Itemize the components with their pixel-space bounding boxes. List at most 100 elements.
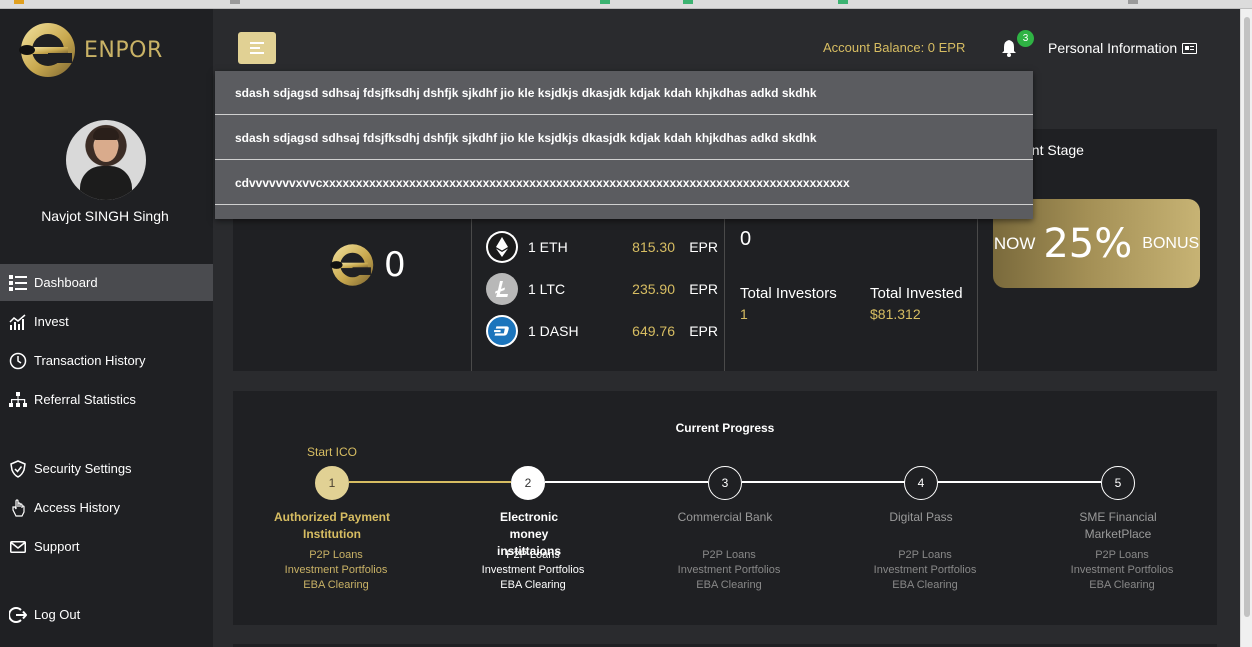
- enpor-logo-icon: [19, 23, 75, 77]
- brand[interactable]: ENPOR: [14, 19, 163, 81]
- bonus-percent: 25%: [1043, 220, 1133, 267]
- user-name: Navjot SINGH Singh: [41, 208, 169, 224]
- wallet-amount: 0: [384, 245, 406, 285]
- progress-line-complete: [349, 481, 511, 483]
- personal-information-label: Personal Information: [1048, 40, 1178, 56]
- step-sub-item: P2P Loans: [898, 549, 952, 561]
- step-name-1: Authorized Payment Institution: [273, 510, 390, 541]
- sidebar-item-label: Security Settings: [34, 461, 132, 476]
- stat-top-value: 0: [740, 228, 752, 250]
- step-sub-item: EBA Clearing: [303, 579, 369, 591]
- browser-toolbar-strip: [0, 0, 1252, 9]
- clock-icon: [8, 351, 28, 371]
- start-ico-label: Start ICO: [306, 445, 357, 459]
- step-sub-item: EBA Clearing: [892, 579, 958, 591]
- step-circle-1: 1: [315, 466, 349, 500]
- sidebar-item-label: Access History: [34, 500, 120, 515]
- sidebar-item-label: Log Out: [34, 607, 81, 622]
- scrollbar-thumb[interactable]: [1244, 17, 1250, 617]
- sidebar-item-security-settings[interactable]: Security Settings: [0, 450, 213, 487]
- step-sub-item: P2P Loans: [309, 549, 363, 561]
- list-icon: [8, 273, 28, 293]
- browser-tab-icon: [1128, 0, 1138, 4]
- sitemap-icon: [8, 390, 28, 410]
- sidebar-item-referral-statistics[interactable]: Referral Statistics: [0, 381, 213, 418]
- avatar-hair: [93, 128, 119, 140]
- step-circle-5: 5: [1101, 466, 1135, 500]
- sidebar-item-label: Referral Statistics: [34, 392, 136, 407]
- total-invested-label: Total Invested: [870, 285, 963, 302]
- step-name-5: SME Financial MarketPlace: [1079, 510, 1157, 541]
- browser-tab-icon: [600, 0, 610, 4]
- browser-tab-icon: [838, 0, 848, 4]
- step-sub-item: Investment Portfolios: [873, 564, 977, 576]
- rate-value: 815.30: [632, 239, 675, 255]
- sidebar-item-access-history[interactable]: Access History: [0, 489, 213, 526]
- envelope-icon: [8, 537, 28, 557]
- step-name-4: Digital Pass: [889, 510, 953, 524]
- step-sub-item: P2P Loans: [1095, 549, 1149, 561]
- ltc-icon: [486, 273, 518, 305]
- step-circle-3: 3: [708, 466, 742, 500]
- account-balance: Account Balance: 0 EPR: [823, 40, 966, 55]
- notification-item[interactable]: cdvvvvvvvxvvcxxxxxxxxxxxxxxxxxxxxxxxxxxx…: [215, 161, 1033, 205]
- bell-icon[interactable]: [1001, 39, 1017, 57]
- step-sub-item: Investment Portfolios: [1070, 564, 1174, 576]
- bonus-now: NOW: [993, 233, 1036, 253]
- rate-unit: EPR: [689, 323, 718, 339]
- step-name-3: Commercial Bank: [677, 510, 773, 524]
- step-sub-item: EBA Clearing: [500, 579, 566, 591]
- bonus-label: BONUS: [1142, 234, 1200, 252]
- browser-tab-icon: [683, 0, 693, 4]
- sidebar-item-label: Support: [34, 539, 80, 554]
- browser-tab-icon: [230, 0, 240, 4]
- step-sub-item: P2P Loans: [506, 549, 560, 561]
- shield-icon: [8, 459, 28, 479]
- sidebar-item-log-out[interactable]: Log Out: [0, 596, 213, 633]
- avatar[interactable]: [66, 120, 146, 200]
- sidebar-item-label: Dashboard: [34, 275, 98, 290]
- personal-information-link[interactable]: Personal Information: [1048, 40, 1198, 56]
- logout-icon: [8, 605, 28, 625]
- step-sub-item: Investment Portfolios: [677, 564, 781, 576]
- rate-value: 649.76: [632, 323, 675, 339]
- browser-tab-icon: [14, 0, 24, 4]
- notification-item[interactable]: sdash sdjagsd sdhsaj fdsjfksdhj dshfjk s…: [215, 116, 1033, 160]
- total-invested-value: $81.312: [870, 306, 921, 322]
- step-sub-item: EBA Clearing: [696, 579, 762, 591]
- eth-icon: [486, 231, 518, 263]
- total-investors-value: 1: [740, 306, 748, 322]
- page-scrollbar[interactable]: [1240, 9, 1252, 647]
- id-card-icon: [1182, 42, 1198, 54]
- progress-line: [742, 481, 905, 483]
- notification-item[interactable]: sdash sdjagsd sdhsaj fdsjfksdhj dshfjk s…: [215, 71, 1033, 115]
- sidebar: ENPOR Navjot SINGH Singh Dashboard Inves…: [0, 9, 213, 647]
- rate-row-eth: 1 ETH 815.30 EPR: [486, 231, 718, 263]
- sidebar-item-dashboard[interactable]: Dashboard: [0, 264, 213, 301]
- dash-icon: [486, 315, 518, 347]
- rate-row-ltc: 1 LTC 235.90 EPR: [486, 273, 718, 305]
- menu-toggle-button[interactable]: [238, 32, 276, 64]
- progress-title: Current Progress: [675, 421, 775, 435]
- total-investors-label: Total Investors: [740, 285, 837, 302]
- sidebar-item-transaction-history[interactable]: Transaction History: [0, 342, 213, 379]
- wallet-balance: 0: [326, 242, 406, 288]
- step-circle-2: 2: [511, 466, 545, 500]
- menu-icon: [250, 42, 264, 54]
- notifications-dropdown: sdash sdjagsd sdhsaj fdsjfksdhj dshfjk s…: [215, 71, 1033, 219]
- progress-line: [938, 481, 1101, 483]
- step-sub-item: Investment Portfolios: [481, 564, 585, 576]
- sidebar-item-label: Transaction History: [34, 353, 146, 368]
- rate-unit: EPR: [689, 239, 718, 255]
- step-sub-item: Investment Portfolios: [284, 564, 388, 576]
- sidebar-item-invest[interactable]: Invest: [0, 303, 213, 340]
- step-circle-4: 4: [904, 466, 938, 500]
- rate-coin: 1 DASH: [528, 323, 579, 339]
- step-sub-item: EBA Clearing: [1089, 579, 1155, 591]
- rate-unit: EPR: [689, 281, 718, 297]
- sidebar-item-support[interactable]: Support: [0, 528, 213, 565]
- notification-badge: 3: [1017, 30, 1034, 47]
- progress-line: [545, 481, 708, 483]
- rate-row-dash: 1 DASH 649.76 EPR: [486, 315, 718, 347]
- sidebar-item-label: Invest: [34, 314, 69, 329]
